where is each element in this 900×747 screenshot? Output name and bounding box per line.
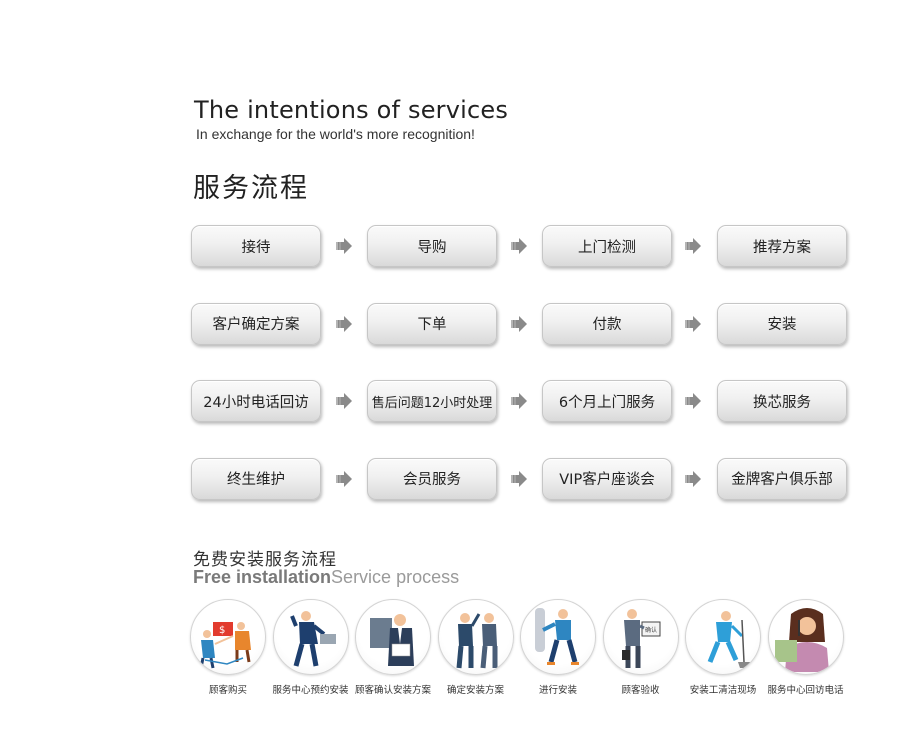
double-chevron-right-icon (685, 238, 701, 254)
flow-step[interactable]: 24小时电话回访 (191, 380, 321, 422)
process-item[interactable]: 服务中心回访电话 (767, 599, 845, 696)
double-chevron-right-icon (511, 393, 527, 409)
flow-step[interactable]: 上门检测 (542, 225, 672, 267)
process-item[interactable]: $ 顾客购买 (189, 599, 267, 696)
flow-step[interactable]: 导购 (367, 225, 497, 267)
double-chevron-right-icon (511, 470, 527, 487)
process-item[interactable]: 安装工清洁现场 (684, 599, 762, 696)
flow-step[interactable]: 金牌客户俱乐部 (717, 457, 847, 500)
double-chevron-right-icon (685, 393, 701, 409)
process-item[interactable]: 服务中心预约安装 (272, 599, 350, 696)
free-install-title-en: Free installationService process (193, 567, 459, 588)
double-chevron-right-icon (511, 238, 527, 254)
inspection-illustration: 确认 (602, 599, 679, 675)
double-chevron-right-icon (336, 393, 352, 409)
double-chevron-right-icon (336, 470, 352, 487)
flow-step[interactable]: 付款 (542, 302, 672, 345)
double-chevron-right-icon (336, 315, 352, 332)
process-item-label: 服务中心回访电话 (767, 685, 844, 696)
determine-plan-illustration (437, 599, 514, 675)
process-item[interactable]: 顾客确认安装方案 (354, 599, 432, 696)
flow-step[interactable]: 接待 (191, 225, 321, 267)
free-install-title-en-light: Service process (331, 567, 460, 587)
installing-illustration (520, 599, 596, 675)
flow-row-1: 接待 导购 上门检测 推荐方案 (191, 225, 851, 269)
flow-step[interactable]: 推荐方案 (717, 225, 847, 267)
process-item-label: 顾客购买 (208, 685, 247, 696)
double-chevron-right-icon (685, 470, 701, 487)
free-install-title-en-bold: Free installation (193, 567, 332, 587)
flow-step[interactable]: 安装 (717, 302, 847, 345)
follow-up-call-illustration (767, 599, 844, 675)
flow-row-2: 客户确定方案 下单 付款 安装 (191, 302, 851, 347)
flow-step[interactable]: 6个月上门服务 (542, 380, 672, 422)
process-item-label: 安装工清洁现场 (689, 685, 757, 696)
service-flow-grid: 接待 导购 上门检测 推荐方案 客户确定方案 下单 付款 安装 24小时电话回访… (191, 225, 851, 535)
process-item-label: 进行安装 (538, 685, 577, 696)
section-title-service-flow: 服务流程 (193, 173, 309, 204)
process-item[interactable]: 确认 顾客验收 (602, 599, 680, 696)
page-subtitle-en: In exchange for the world's more recogni… (196, 126, 475, 142)
flow-step[interactable]: 换芯服务 (717, 380, 847, 422)
flow-step[interactable]: 会员服务 (367, 457, 497, 500)
install-process-icons: $ 顾客购买 服务中心预约安装 顾客确认安装方案 确定安装方案 进行安装 确认 … (189, 599, 849, 699)
service-booking-illustration (272, 599, 349, 675)
page-title-en: The intentions of services (194, 96, 509, 124)
svg-text:$: $ (219, 625, 225, 636)
flow-step[interactable]: 终生维护 (191, 457, 321, 500)
process-item-label: 顾客确认安装方案 (354, 685, 431, 696)
confirm-plan-illustration (355, 599, 431, 675)
flow-step[interactable]: VIP客户座谈会 (542, 457, 672, 500)
process-item[interactable]: 确定安装方案 (437, 599, 515, 696)
process-item-label: 确定安装方案 (446, 685, 504, 696)
cleaning-illustration (685, 599, 761, 675)
customer-purchase-illustration: $ (190, 599, 266, 675)
flow-row-3: 24小时电话回访 售后问题12小时处理 6个月上门服务 换芯服务 (191, 380, 851, 424)
double-chevron-right-icon (336, 238, 352, 254)
process-item-label: 顾客验收 (621, 685, 660, 696)
process-item[interactable]: 进行安装 (519, 599, 597, 696)
double-chevron-right-icon (685, 315, 701, 332)
flow-step[interactable]: 客户确定方案 (191, 302, 321, 345)
process-item-label: 服务中心预约安装 (272, 685, 349, 696)
svg-text:确认: 确认 (645, 626, 657, 634)
double-chevron-right-icon (511, 315, 527, 332)
flow-row-4: 终生维护 会员服务 VIP客户座谈会 金牌客户俱乐部 (191, 457, 851, 502)
flow-step[interactable]: 售后问题12小时处理 (367, 380, 497, 422)
flow-step[interactable]: 下单 (367, 302, 497, 345)
